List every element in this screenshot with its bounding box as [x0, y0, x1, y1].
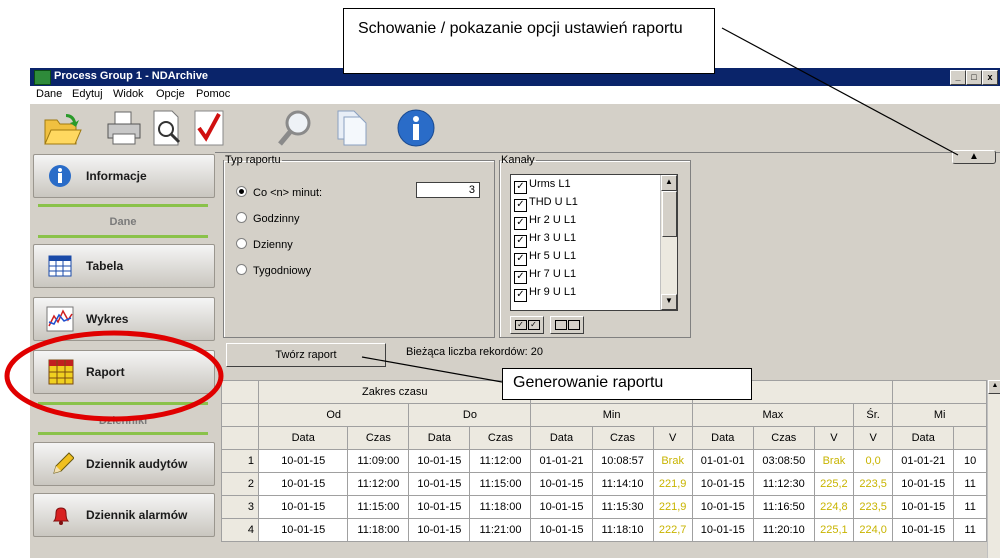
callout-toggle-options: Schowanie / pokazanie opcji ustawień rap… — [343, 8, 715, 74]
highlight-ellipse — [4, 330, 224, 422]
callout-leader-line — [361, 356, 503, 383]
callout-generate-report: Generowanie raportu — [502, 368, 752, 400]
annotation-overlay — [4, 27, 959, 422]
callout-leader-line — [721, 27, 959, 156]
